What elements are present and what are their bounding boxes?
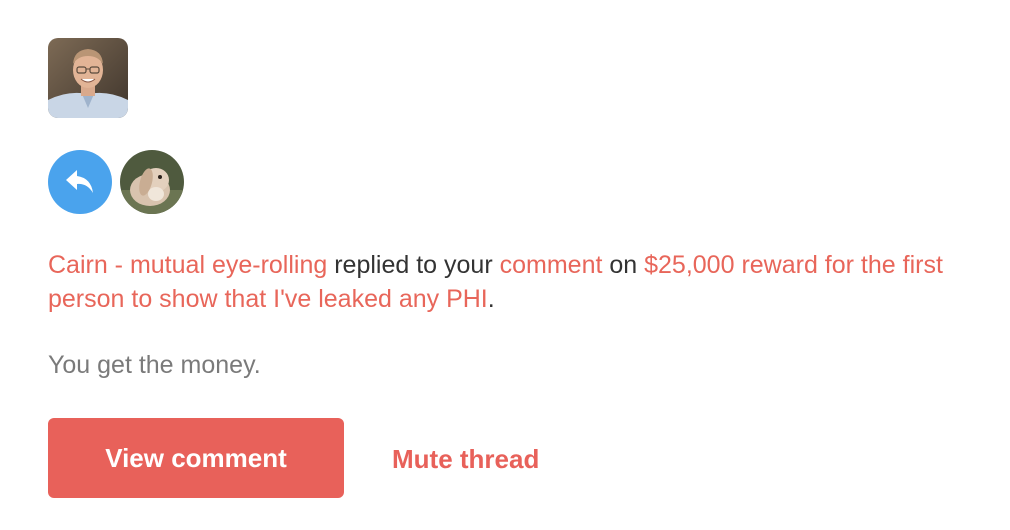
- actor-link[interactable]: Cairn - mutual eye-rolling: [48, 251, 327, 279]
- sender-avatar[interactable]: [48, 38, 128, 118]
- period-text: .: [487, 285, 495, 313]
- person-photo-avatar: [48, 38, 128, 118]
- mute-thread-link[interactable]: Mute thread: [392, 442, 539, 476]
- replied-text: replied to your: [327, 251, 500, 279]
- comment-link[interactable]: comment: [500, 251, 603, 279]
- reply-badge: [48, 150, 112, 214]
- replier-avatar[interactable]: [120, 150, 184, 214]
- view-comment-button[interactable]: View comment: [48, 418, 344, 498]
- notification-text: Cairn - mutual eye-rolling replied to yo…: [48, 248, 978, 316]
- comment-preview: You get the money.: [48, 351, 261, 379]
- on-text: on: [602, 251, 645, 279]
- rabbit-photo-avatar: [120, 150, 184, 214]
- reply-arrow-icon: [66, 170, 93, 193]
